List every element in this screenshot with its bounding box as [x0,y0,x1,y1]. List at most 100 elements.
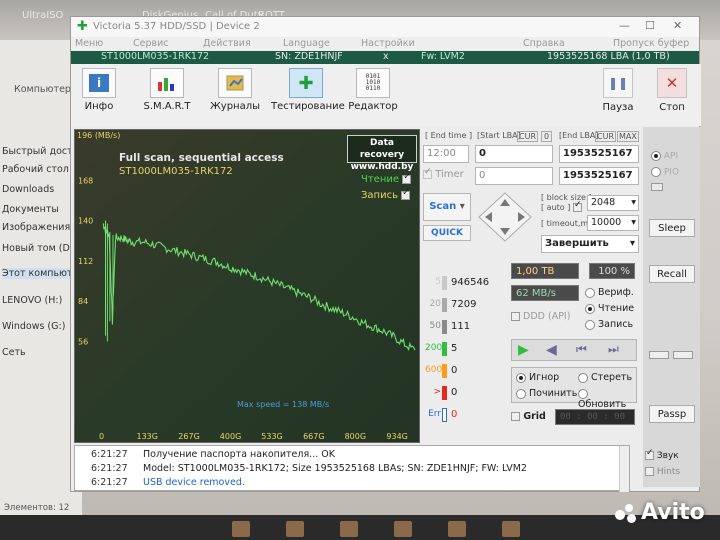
explorer-item-desktop[interactable]: Рабочий стол [2,164,69,175]
graph-write-checkbox[interactable] [401,188,411,200]
menu-settings[interactable]: Настройки [361,38,415,49]
read-option[interactable]: Чтение [585,303,634,314]
block-size-select[interactable]: 2048 ▾ [587,195,639,211]
side-small-button-2[interactable] [673,351,693,359]
device-close[interactable]: x [383,51,389,62]
pio-radio[interactable] [651,167,661,177]
verify-radio[interactable] [585,287,595,298]
victoria-window: ✚ Victoria 5.37 HDD/SSD | Device 2 — ☐ ✕… [70,16,701,492]
skip-forward-icon[interactable]: ⏭ [608,342,619,357]
explorer-item-images[interactable]: Изображения [2,222,70,233]
sound-checkbox[interactable] [645,448,654,460]
close-icon[interactable]: ✕ [673,19,682,32]
erase-option[interactable]: Стереть [578,372,632,383]
read-radio[interactable] [585,303,595,314]
write-radio[interactable] [585,319,595,330]
end-max-button[interactable]: MAX [617,131,639,142]
play-icon[interactable]: ▶ [518,342,529,358]
pause-button[interactable]: ❚❚ Пауза [598,68,638,124]
refresh-radio[interactable] [578,388,588,399]
journals-button[interactable]: Журналы [207,68,263,122]
stop-button[interactable]: ✕ Стоп [652,68,692,124]
finish-action-select[interactable]: Завершить ▾ [541,235,639,253]
log-scrollbar[interactable] [619,446,629,492]
taskbar-app-4[interactable] [394,521,412,537]
end-lba-input[interactable]: 1953525167 [559,145,639,163]
pio-option[interactable]: PIO [651,167,679,178]
desktop-item-ultraiso[interactable]: UltraISO [22,10,63,21]
taskbar-app-3[interactable] [340,521,358,537]
taskbar-app-2[interactable] [286,521,304,537]
pio-config-box[interactable] [651,183,663,191]
ignore-option[interactable]: Игнор [516,372,559,383]
quick-button[interactable]: QUICK [423,225,471,241]
end-lba-input-2[interactable]: 1953525167 [559,167,639,185]
explorer-item-windows[interactable]: Windows (G:) [2,321,65,332]
start-lba-input[interactable]: 0 [475,145,553,163]
playback-controls: ▶ ◀ ⏮ ⏭ [511,339,637,361]
end-time-input[interactable]: 12:00 [423,145,469,163]
side-small-button-1[interactable] [649,351,669,359]
menu-actions[interactable]: Действия [203,38,251,49]
menu-language[interactable]: Language [283,38,330,49]
direction-pad[interactable] [477,191,533,243]
start-lba-input-2[interactable]: 0 [475,167,553,185]
taskbar-app-5[interactable] [448,521,466,537]
data-recovery-box[interactable]: Data recovery www.hdd.by [347,135,417,172]
sound-option[interactable]: Звук [645,448,679,461]
log-line: 6:21:27 USB device removed. [91,477,245,488]
hints-option[interactable]: Hints [645,467,680,477]
menu-service[interactable]: Сервис [133,38,169,49]
recall-button[interactable]: Recall [649,265,695,283]
ddd-api-checkbox[interactable] [511,312,520,321]
info-button[interactable]: i Инфо [79,68,119,122]
maximize-icon[interactable]: ☐ [645,19,655,32]
testing-button[interactable]: ✚ Тестирование [271,68,345,122]
editor-button[interactable]: 0101 1010 0110 Редактор [347,68,399,122]
ddd-api-option[interactable]: DDD (API) [511,311,570,322]
smart-button[interactable]: S.M.A.R.T [139,68,195,122]
end-cur-button[interactable]: CUR [595,131,616,142]
graph-read-checkbox[interactable] [402,172,412,184]
menu-help[interactable]: Справка [523,38,565,49]
repair-radio[interactable] [516,388,526,399]
hints-checkbox[interactable] [645,467,654,476]
graph-read-label: Чтение [361,174,400,185]
explorer-item-volume-d[interactable]: Новый том (D:) [2,243,77,254]
auto-checkbox[interactable] [573,200,582,212]
scan-button[interactable]: Scan ▾ [423,193,471,221]
passp-button[interactable]: Passp [649,405,695,423]
repair-option[interactable]: Починить [516,388,577,399]
graph-read-toggle[interactable]: Чтение [361,172,412,185]
verify-option[interactable]: Вериф. [585,287,634,298]
explorer-item-network[interactable]: Сеть [2,347,26,358]
auto-checkbox-wrap[interactable] [573,200,582,213]
taskbar-app-6[interactable] [502,521,520,537]
start-lba-label: [Start LBA] [477,131,521,140]
timer-toggle[interactable]: Timer [423,167,464,180]
explorer-item-documents[interactable]: Документы [2,204,59,215]
api-option[interactable]: API [651,151,678,162]
skip-back-icon[interactable]: ⏮ [576,342,587,357]
grid-checkbox[interactable] [511,412,520,421]
rewind-icon[interactable]: ◀ [546,342,557,358]
explorer-item-downloads[interactable]: Downloads [2,184,54,195]
grid-option[interactable]: Grid [511,411,546,422]
timer-checkbox[interactable] [423,167,432,179]
ignore-radio[interactable] [516,372,526,383]
erase-radio[interactable] [578,372,588,383]
graph-write-toggle[interactable]: Запись [361,188,411,201]
sleep-button[interactable]: Sleep [649,219,695,237]
explorer-item-lenovo[interactable]: LENOVO (H:) [2,295,62,306]
write-option[interactable]: Запись [585,319,633,330]
menu-main[interactable]: Меню [75,38,103,49]
minimize-icon[interactable]: — [619,19,630,32]
api-radio[interactable] [651,151,661,161]
timeout-select[interactable]: 10000 ▾ [587,215,639,231]
refresh-option[interactable]: Обновить [578,388,636,410]
start-lba-small[interactable]: 0 [541,131,553,142]
start-cur-button[interactable]: CUR [517,131,538,142]
taskbar-app-1[interactable] [232,521,250,537]
block-stat-count: 5 [451,343,458,354]
menu-skip-buffer[interactable]: Пропуск буфер [613,38,689,49]
